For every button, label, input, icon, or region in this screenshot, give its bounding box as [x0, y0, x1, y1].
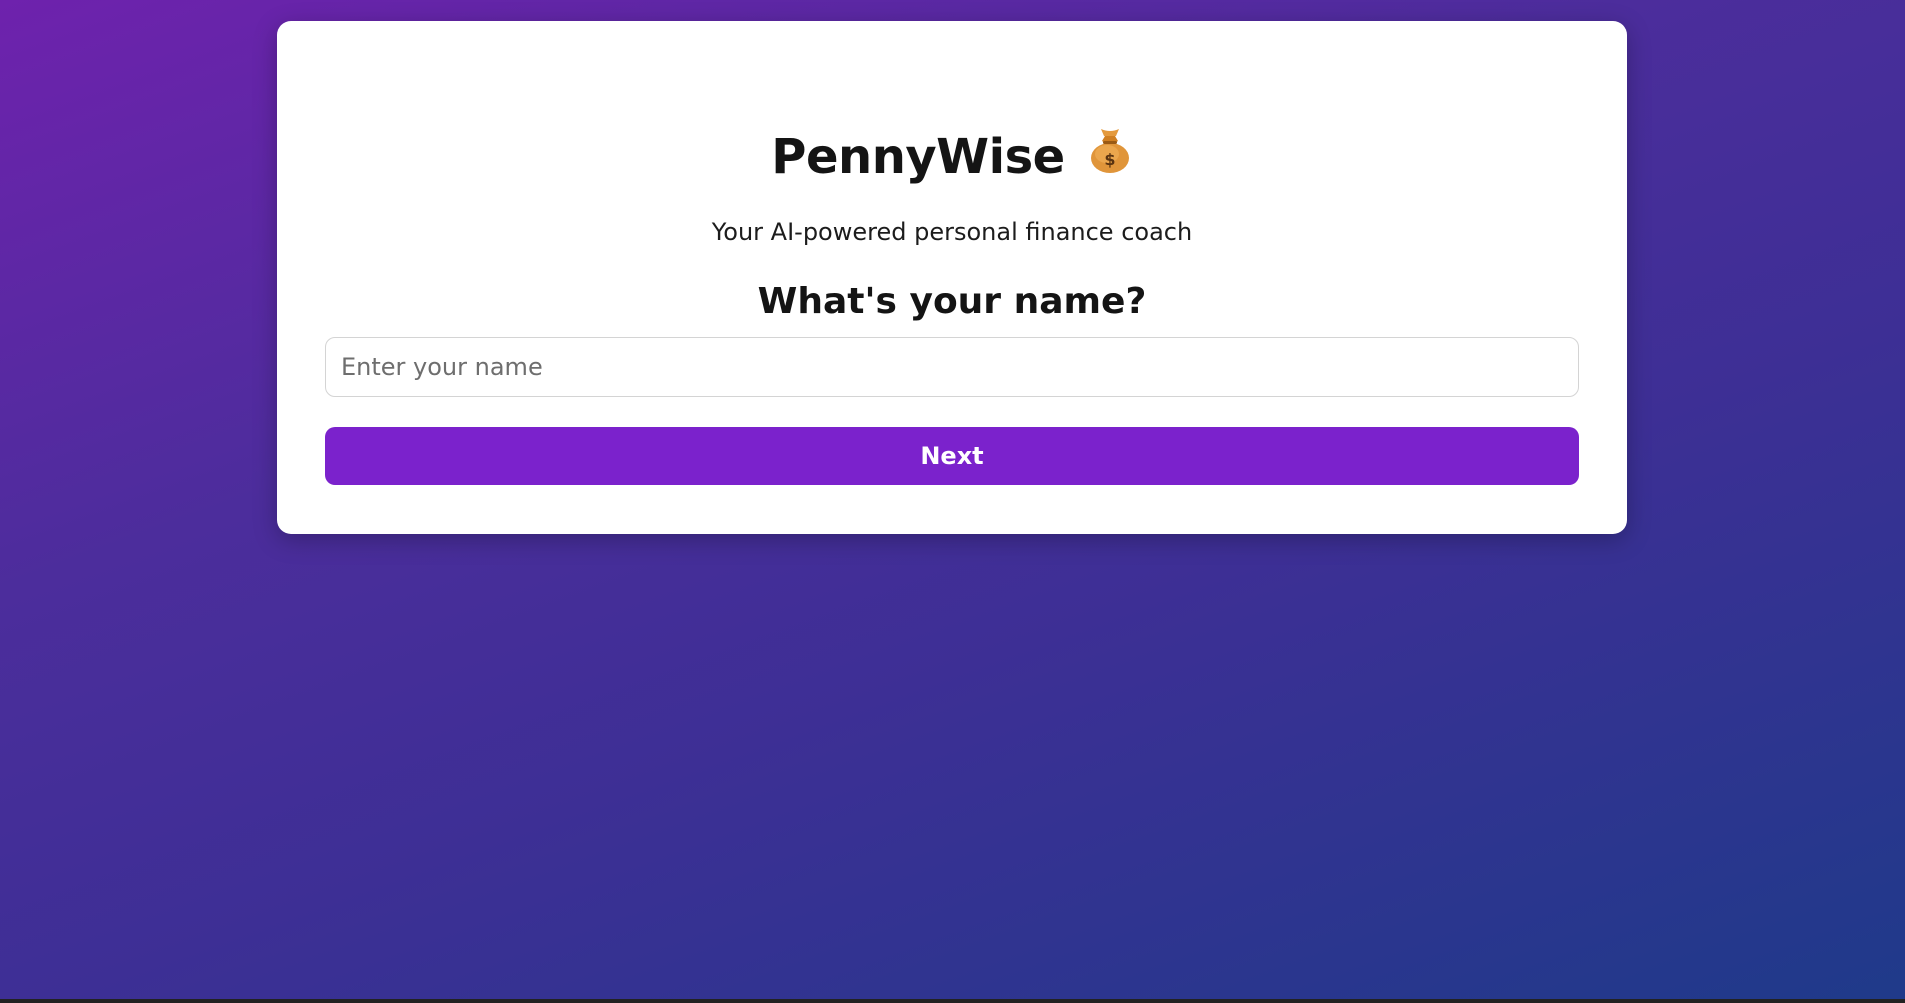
name-question-heading: What's your name?: [757, 281, 1147, 322]
onboarding-card: PennyWise $ Your AI-powered personal fin…: [277, 21, 1627, 534]
next-button[interactable]: Next: [325, 427, 1579, 485]
money-bag-icon: $: [1087, 124, 1133, 202]
svg-text:$: $: [1104, 150, 1115, 169]
app-title: PennyWise: [771, 129, 1065, 185]
bottom-edge-bar: [0, 999, 1905, 1003]
title-row: PennyWise $: [277, 124, 1627, 190]
name-input[interactable]: [325, 337, 1579, 397]
app-tagline: Your AI-powered personal finance coach: [711, 218, 1193, 246]
